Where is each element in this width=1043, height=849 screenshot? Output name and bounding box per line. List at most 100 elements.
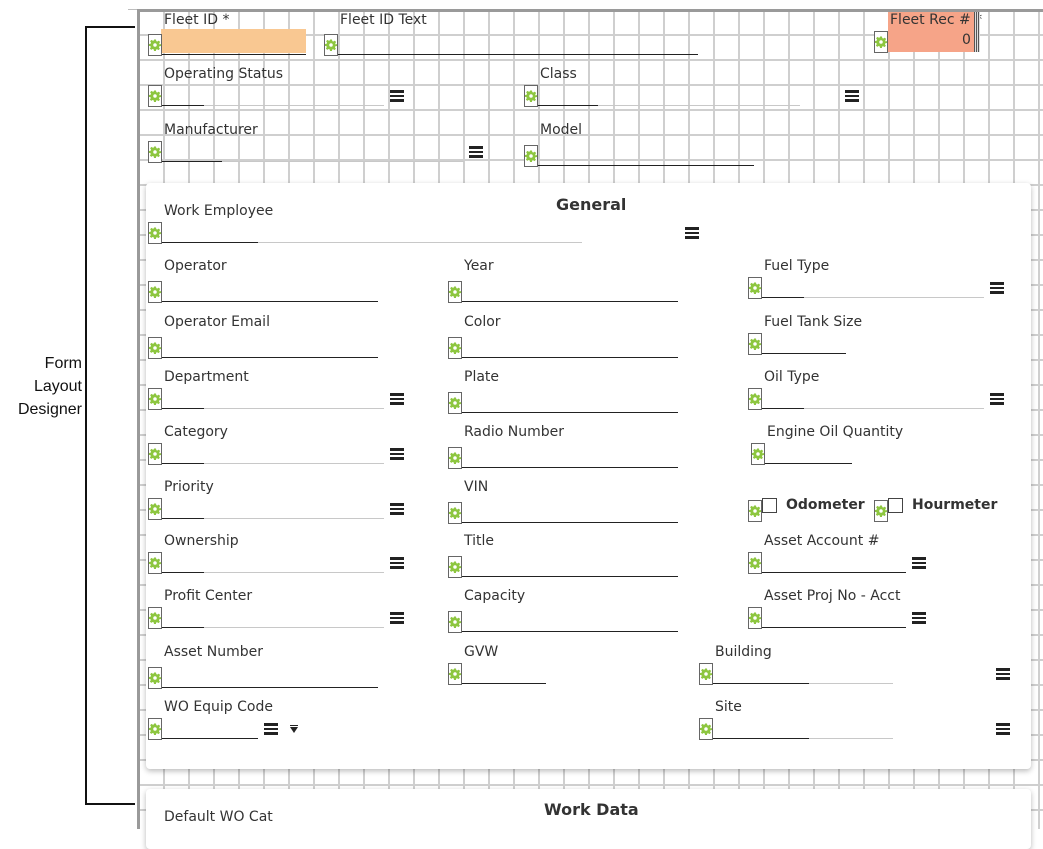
fuel-tank-size-input[interactable] [762, 353, 846, 354]
gear-icon [149, 342, 161, 354]
menu-lines-icon[interactable] [996, 723, 1010, 735]
fleet-id-text-settings-gear[interactable] [324, 34, 338, 56]
menu-lines-icon[interactable] [912, 612, 926, 624]
ownership-input[interactable] [162, 572, 204, 573]
fleet-id-input[interactable] [162, 54, 306, 55]
operator-email-settings-gear[interactable] [148, 337, 162, 359]
dropdown-arrow-icon[interactable] [290, 725, 298, 733]
manufacturer-settings-gear[interactable] [148, 141, 162, 163]
fleet-id-label: Fleet ID * [164, 12, 230, 28]
manufacturer-input[interactable] [162, 161, 222, 162]
asset-account-input[interactable] [762, 572, 906, 573]
menu-lines-icon[interactable] [912, 557, 926, 569]
model-input[interactable] [538, 165, 754, 166]
class-settings-gear[interactable] [524, 85, 538, 107]
fleet-id-input-bg[interactable] [161, 29, 306, 53]
title-input[interactable] [462, 576, 678, 577]
plate-settings-gear[interactable] [448, 392, 462, 414]
radio-number-settings-gear[interactable] [448, 447, 462, 469]
department-input[interactable] [162, 408, 204, 409]
operator-settings-gear[interactable] [148, 281, 162, 303]
menu-lines-icon[interactable] [390, 612, 404, 624]
gear-icon [449, 668, 461, 680]
menu-lines-icon[interactable] [685, 227, 699, 239]
hourmeter-settings-gear[interactable] [874, 500, 888, 522]
work-data-panel[interactable]: Work Data [146, 789, 1031, 849]
engine-oil-quantity-input[interactable] [765, 463, 852, 464]
asset-proj-settings-gear[interactable] [748, 607, 762, 629]
asset-number-label: Asset Number [164, 644, 263, 660]
gear-icon [875, 505, 887, 517]
fleet-rec-settings-gear[interactable] [874, 31, 888, 53]
fuel-tank-size-settings-gear[interactable] [748, 333, 762, 355]
year-input[interactable] [462, 301, 678, 302]
priority-settings-gear[interactable] [148, 498, 162, 520]
menu-lines-icon[interactable] [390, 90, 404, 102]
category-settings-gear[interactable] [148, 443, 162, 465]
color-input[interactable] [462, 357, 678, 358]
operating-status-input[interactable] [162, 105, 204, 106]
ownership-settings-gear[interactable] [148, 552, 162, 574]
fleet-id-text-input[interactable] [338, 54, 698, 55]
site-settings-gear[interactable] [699, 718, 713, 740]
profit-center-input[interactable] [162, 627, 204, 628]
department-settings-gear[interactable] [148, 388, 162, 410]
gvw-settings-gear[interactable] [448, 663, 462, 685]
capacity-settings-gear[interactable] [448, 611, 462, 633]
resize-handle[interactable] [974, 12, 980, 52]
oil-type-settings-gear[interactable] [748, 388, 762, 410]
vin-input[interactable] [462, 522, 678, 523]
operator-input[interactable] [162, 301, 378, 302]
profit-center-settings-gear[interactable] [148, 607, 162, 629]
work-employee-input[interactable] [162, 242, 258, 243]
engine-oil-quantity-settings-gear[interactable] [751, 443, 765, 465]
capacity-label: Capacity [464, 588, 526, 604]
menu-lines-icon[interactable] [390, 448, 404, 460]
asset-account-settings-gear[interactable] [748, 552, 762, 574]
year-settings-gear[interactable] [448, 281, 462, 303]
asset-proj-input[interactable] [762, 627, 906, 628]
odometer-settings-gear[interactable] [748, 500, 762, 522]
menu-lines-icon[interactable] [264, 723, 278, 735]
operator-email-input[interactable] [162, 357, 378, 358]
asset-number-input[interactable] [162, 687, 378, 688]
model-settings-gear[interactable] [524, 145, 538, 167]
ownership-label: Ownership [164, 533, 239, 549]
vin-settings-gear[interactable] [448, 502, 462, 524]
menu-lines-icon[interactable] [845, 90, 859, 102]
building-input[interactable] [713, 683, 809, 684]
class-input[interactable] [538, 105, 598, 106]
fuel-type-settings-gear[interactable] [748, 277, 762, 299]
menu-lines-icon[interactable] [469, 146, 483, 158]
asset-number-settings-gear[interactable] [148, 667, 162, 689]
odometer-checkbox[interactable] [762, 498, 777, 513]
color-settings-gear[interactable] [448, 337, 462, 359]
capacity-input[interactable] [462, 631, 678, 632]
hourmeter-checkbox[interactable] [888, 498, 903, 513]
wo-equip-code-input[interactable] [162, 738, 258, 739]
fuel-type-input[interactable] [762, 297, 804, 298]
operating-status-settings-gear[interactable] [148, 85, 162, 107]
site-input[interactable] [713, 738, 809, 739]
oil-type-label: Oil Type [764, 369, 820, 385]
plate-input[interactable] [462, 412, 678, 413]
title-settings-gear[interactable] [448, 556, 462, 578]
building-settings-gear[interactable] [699, 663, 713, 685]
gear-icon [752, 448, 764, 460]
fleet-id-settings-gear[interactable] [148, 34, 162, 56]
gvw-input[interactable] [462, 683, 546, 684]
menu-lines-icon[interactable] [390, 557, 404, 569]
menu-lines-icon[interactable] [390, 503, 404, 515]
oil-type-input[interactable] [762, 408, 804, 409]
work-employee-settings-gear[interactable] [148, 222, 162, 244]
priority-input[interactable] [162, 518, 204, 519]
radio-number-input[interactable] [462, 467, 678, 468]
menu-lines-icon[interactable] [390, 393, 404, 405]
general-panel[interactable]: General [146, 183, 1031, 769]
menu-lines-icon[interactable] [990, 282, 1004, 294]
category-input[interactable] [162, 463, 204, 464]
menu-lines-icon[interactable] [996, 668, 1010, 680]
wo-equip-code-settings-gear[interactable] [148, 718, 162, 740]
menu-lines-icon[interactable] [990, 393, 1004, 405]
plate-label: Plate [464, 369, 500, 385]
